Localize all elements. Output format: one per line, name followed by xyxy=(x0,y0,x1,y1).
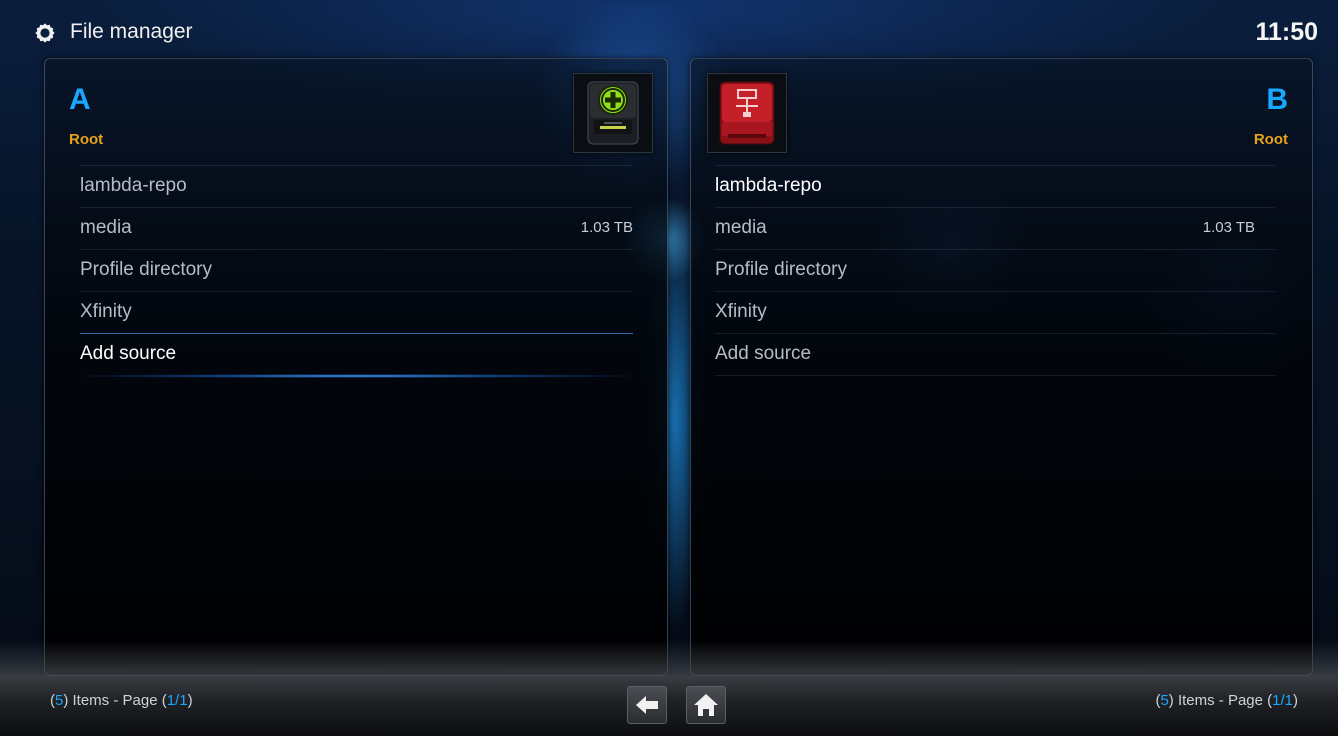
list-item-label: Profile directory xyxy=(715,259,847,280)
panel-b-letter: B xyxy=(1266,83,1288,116)
list-item-focused[interactable]: Add source xyxy=(80,333,633,378)
list-item-size: 1.03 TB xyxy=(1202,219,1255,236)
panel-b-list: lambda-repo media 1.03 TB Profile direct… xyxy=(715,165,1275,376)
list-item[interactable]: media 1.03 TB xyxy=(80,207,633,249)
app-title: File manager xyxy=(70,20,193,43)
clock: 11:50 xyxy=(1255,18,1318,46)
list-item[interactable]: media 1.03 TB xyxy=(715,207,1275,249)
top-bar: File manager 11:50 xyxy=(0,0,1338,58)
panel-a: A Root lambda-repo media 1.03 TB Profile… xyxy=(44,58,668,676)
footer-bar xyxy=(0,676,1338,736)
home-button[interactable] xyxy=(686,686,726,724)
list-item-label: media xyxy=(715,217,767,238)
list-item[interactable]: Add source xyxy=(715,333,1275,376)
home-icon xyxy=(694,694,718,716)
list-item-label: Add source xyxy=(715,343,812,364)
back-arrow-icon xyxy=(636,696,658,714)
list-item-size: 1.03 TB xyxy=(580,219,633,236)
network-drive-icon xyxy=(707,73,787,153)
list-item-label: lambda-repo xyxy=(80,175,187,196)
panel-b-path: Root xyxy=(1253,131,1288,148)
footer-band xyxy=(0,640,1338,676)
list-item-label: Profile directory xyxy=(80,259,212,280)
add-drive-icon xyxy=(573,73,653,153)
list-item-label: media xyxy=(80,217,132,238)
gear-icon[interactable] xyxy=(34,22,56,44)
list-item-label: lambda-repo xyxy=(715,175,822,196)
list-item[interactable]: Profile directory xyxy=(715,249,1275,291)
panel-a-list: lambda-repo media 1.03 TB Profile direct… xyxy=(80,165,633,378)
list-item-label: Xfinity xyxy=(715,301,767,322)
list-item[interactable]: lambda-repo xyxy=(80,165,633,207)
back-button[interactable] xyxy=(627,686,667,724)
list-item-label: Xfinity xyxy=(80,301,132,322)
list-item-selected[interactable]: lambda-repo xyxy=(715,165,1275,207)
panel-b: B Root lambda-repo media 1.03 TB Profile… xyxy=(690,58,1313,676)
panel-b-item-count: (5) Items - Page (1/1) xyxy=(1155,692,1298,709)
panel-a-path: Root xyxy=(69,131,104,148)
list-item-label: Add source xyxy=(80,343,177,364)
list-item[interactable]: Profile directory xyxy=(80,249,633,291)
list-item[interactable]: Xfinity xyxy=(80,291,633,333)
list-item[interactable]: Xfinity xyxy=(715,291,1275,333)
panel-a-letter: A xyxy=(69,83,91,116)
panel-a-item-count: (5) Items - Page (1/1) xyxy=(50,692,193,709)
